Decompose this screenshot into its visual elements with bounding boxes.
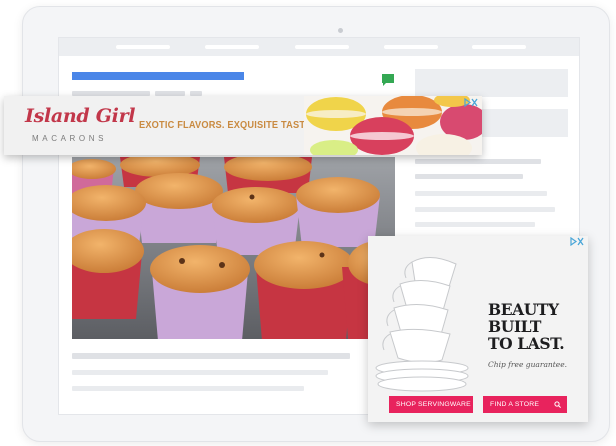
brand-logo: Island Girl	[25, 105, 136, 127]
nav-link-2[interactable]	[205, 45, 259, 49]
ad-headline: BEAUTY BUILT TO LAST.	[488, 301, 586, 352]
banner-ad[interactable]: Island Girl MACARONS EXOTIC FLAVORS. EXQ…	[4, 96, 482, 155]
sidebar-text-line	[415, 174, 523, 179]
site-nav	[59, 38, 579, 56]
shop-servingware-button[interactable]: SHOP SERVINGWARE	[389, 396, 473, 413]
nav-link-3[interactable]	[295, 45, 349, 49]
chat-bubble-icon[interactable]	[381, 73, 395, 87]
search-icon	[554, 401, 561, 408]
cupcake-illustration	[72, 157, 395, 339]
shop-servingware-label: SHOP SERVINGWARE	[396, 401, 471, 408]
nav-link-4[interactable]	[384, 45, 438, 49]
stacked-cups-image	[375, 257, 469, 392]
body-text-line	[72, 353, 350, 359]
ad-headline-line: BEAUTY	[488, 300, 559, 319]
article-title-placeholder	[72, 72, 244, 80]
cupcake-photo	[72, 157, 395, 339]
tablet-camera	[338, 28, 343, 33]
macarons-image	[304, 96, 482, 155]
sidebar-text-line	[415, 159, 541, 164]
ad-subline: Chip free guarantee.	[488, 360, 568, 369]
nav-link-1[interactable]	[116, 45, 170, 49]
ad-choices-icon[interactable]	[570, 237, 584, 246]
sidebar-placeholder	[415, 69, 568, 97]
find-a-store-button[interactable]: FIND A STORE	[483, 396, 567, 413]
find-a-store-label: FIND A STORE	[490, 401, 540, 408]
box-ad[interactable]: BEAUTY BUILT TO LAST. Chip free guarante…	[368, 236, 588, 422]
ad-tagline: EXOTIC FLAVORS. EXQUISITE TASTE.	[139, 119, 315, 131]
ad-headline-line: BUILT	[488, 317, 542, 336]
sidebar-text-line	[415, 191, 547, 196]
brand-subtitle: MACARONS	[32, 134, 108, 143]
ad-headline-line: TO LAST.	[488, 334, 565, 353]
body-text-line	[72, 386, 304, 391]
sidebar-text-line	[415, 207, 555, 212]
nav-link-5[interactable]	[472, 45, 526, 49]
sidebar-text-line	[415, 222, 535, 227]
body-text-line	[72, 370, 328, 375]
ad-choices-icon[interactable]	[464, 98, 478, 107]
